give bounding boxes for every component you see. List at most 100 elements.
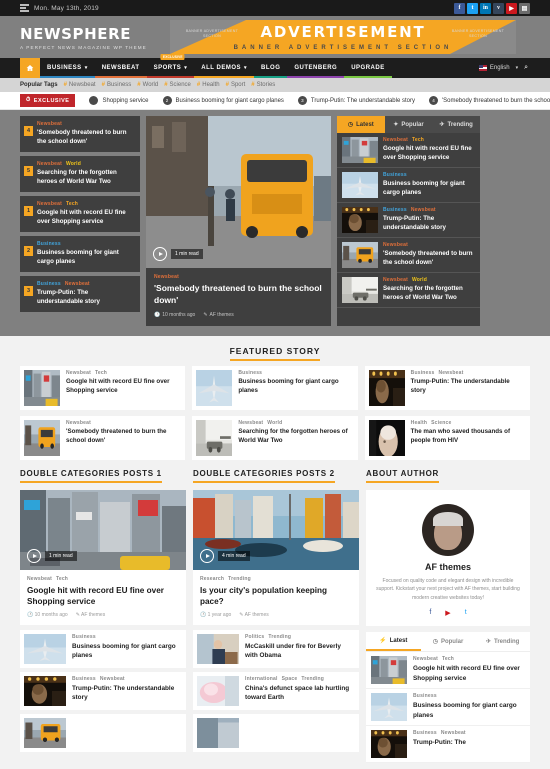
post-list-item[interactable]: Business Business booming for giant carg… <box>20 629 186 668</box>
tab-trending[interactable]: ✈ Trending <box>432 116 480 133</box>
category-label[interactable]: International <box>245 676 278 682</box>
tag-sport[interactable]: # Sport <box>226 82 246 88</box>
category-label[interactable]: Science <box>431 420 451 426</box>
hero-rank-item[interactable]: 5 Newsbeat World Searching for the forgot… <box>20 155 140 192</box>
post-title[interactable]: McCaskill under fire for Beverly with Ob… <box>245 642 355 661</box>
category-label[interactable]: Space <box>282 676 298 682</box>
featured-card[interactable]: Newsbeat Tech Google hit with record EU f… <box>20 365 186 410</box>
hero-list-item[interactable]: Newsbeat World Searching for the forgotte… <box>337 273 480 308</box>
twitter-icon[interactable]: t <box>465 609 467 617</box>
post-list-item[interactable]: Politics Trending McCaskill under fire fo… <box>193 629 359 668</box>
double2-feature-card[interactable]: 4 min read Research Trending Is your city… <box>193 489 359 625</box>
category-label[interactable]: Trending <box>301 676 324 682</box>
category-label[interactable]: Business <box>413 730 437 736</box>
sidebar-post-item[interactable]: Business Business booming for giant carg… <box>366 689 530 727</box>
category-label[interactable]: Newsbeat <box>413 656 438 662</box>
category-label[interactable]: Business <box>413 693 437 699</box>
hero-rank-item[interactable]: 4 Newsbeat 'Somebody threatened to burn … <box>20 116 140 152</box>
featured-card[interactable]: Business Business booming for giant carg… <box>192 365 358 410</box>
category-label[interactable]: Newsbeat <box>411 207 436 213</box>
nav-item-blog[interactable]: BLOG <box>254 58 288 78</box>
sidebar-post-item[interactable]: Business Newsbeat Trump-Putin: The <box>366 726 530 764</box>
post-title[interactable]: Searching for the forgotten heroes of Wo… <box>238 428 353 446</box>
category-label[interactable]: Trending <box>268 634 291 640</box>
tab-latest[interactable]: ◷ Latest <box>337 116 385 133</box>
category-label[interactable]: Newsbeat <box>37 161 62 167</box>
search-icon[interactable]: ⌕ <box>524 64 528 72</box>
category-label[interactable]: Health <box>411 420 427 426</box>
hamburger-icon[interactable] <box>20 4 29 12</box>
ticker-item[interactable]: 3 Trump-Putin: The understandable story <box>297 96 415 105</box>
category-label[interactable]: Business <box>411 370 435 376</box>
youtube-icon[interactable]: ▶ <box>506 2 517 14</box>
post-title[interactable]: Trump-Putin: The understandable story <box>383 215 475 233</box>
post-title[interactable]: Business booming for giant cargo planes <box>413 701 525 720</box>
play-icon[interactable] <box>153 247 167 261</box>
hero-featured-title[interactable]: 'Somebody threatened to burn the school … <box>154 283 323 307</box>
vimeo-icon[interactable]: v <box>493 2 504 14</box>
post-title[interactable]: Business booming for giant cargo planes <box>238 378 353 396</box>
sidebar-tab-popular[interactable]: ◷ Popular <box>421 632 476 651</box>
hero-rank-item[interactable]: 2 Business Business booming for giant ca… <box>20 235 140 272</box>
post-title[interactable]: Trump-Putin: The <box>413 738 466 747</box>
category-label[interactable]: Newsbeat <box>37 201 62 207</box>
featured-card[interactable]: Newsbeat 'Somebody threatened to burn th… <box>20 415 186 460</box>
advertisement-banner[interactable]: BANNER ADVERTISEMENT SECTION BANNER ADVE… <box>170 20 516 54</box>
post-title[interactable]: Searching for the forgotten heroes of Wo… <box>383 285 475 303</box>
category-label[interactable]: Business <box>37 281 61 287</box>
category-label[interactable]: Newsbeat <box>65 281 90 287</box>
hero-list-item[interactable]: Newsbeat 'Somebody threatened to burn th… <box>337 238 480 273</box>
double1-feature-card[interactable]: 1 min read Newsbeat Tech Google hit with … <box>20 489 186 625</box>
post-title[interactable]: Trump-Putin: The understandable story <box>37 289 135 307</box>
sidebar-tab-trending[interactable]: ✈ Trending <box>475 632 530 651</box>
featured-card[interactable]: Business Newsbeat Trump-Putin: The unders… <box>364 365 530 410</box>
ticker-item[interactable]: Shopping service <box>89 96 149 105</box>
category-label[interactable]: Business <box>37 241 61 247</box>
site-logo[interactable]: NEWSPHERE A PERFECT NEWS MAGAZINE WP THE… <box>20 25 170 50</box>
category-label[interactable]: Newsbeat <box>100 676 125 682</box>
category-label[interactable]: Tech <box>95 370 107 376</box>
tag-newsbeat[interactable]: # Newsbeat <box>64 82 96 88</box>
post-title[interactable]: Trump-Putin: The understandable story <box>72 684 182 703</box>
post-title[interactable]: The man who saved thousands of people fr… <box>411 428 526 446</box>
category-label[interactable]: Tech <box>56 576 68 582</box>
category-label[interactable]: Business <box>238 370 262 376</box>
post-title[interactable]: 'Somebody threatened to burn the school … <box>383 250 475 268</box>
category-label[interactable]: Business <box>383 207 407 213</box>
category-label[interactable]: Newsbeat <box>66 420 91 426</box>
category-label[interactable]: Newsbeat <box>37 121 62 127</box>
post-title[interactable]: 'Somebody threatened to burn the school … <box>66 428 181 446</box>
category-label[interactable]: Trending <box>228 576 251 582</box>
double1-feature-title[interactable]: Google hit with record EU fine over Shop… <box>27 585 179 608</box>
post-title[interactable]: 'Somebody threatened to burn the school … <box>37 129 135 147</box>
category-label[interactable]: Business <box>383 172 407 178</box>
nav-item-sports[interactable]: EXCLUSIVE SPORTS ▾ <box>146 54 195 78</box>
category-label[interactable]: Business <box>72 676 96 682</box>
post-title[interactable]: Google hit with record EU fine over Shop… <box>66 378 181 396</box>
nav-item-business[interactable]: BUSINESS ▾ <box>40 58 95 78</box>
post-title[interactable]: Business booming for giant cargo planes <box>37 249 135 267</box>
hero-rank-item[interactable]: 3 Business Newsbeat Trump-Putin: The unde… <box>20 275 140 312</box>
tag-world[interactable]: # World <box>137 82 158 88</box>
hero-featured-post[interactable]: 1 min read Newsbeat 'Somebody threatened… <box>146 116 331 326</box>
play-icon[interactable] <box>27 548 41 563</box>
ticker-item[interactable]: 2 Business booming for giant cargo plane… <box>162 96 284 105</box>
category-label[interactable]: World <box>267 420 282 426</box>
category-label[interactable]: Tech <box>412 137 424 143</box>
ticker-item[interactable]: 4 'Somebody threatened to burn the schoo… <box>428 96 550 105</box>
featured-card[interactable]: Health Science The man who saved thousand… <box>364 415 530 460</box>
post-title[interactable]: China's defunct space lab hurtling towar… <box>245 684 355 703</box>
post-title[interactable]: Google hit with record EU fine over Shop… <box>383 145 475 163</box>
category-label[interactable]: Newsbeat <box>439 370 464 376</box>
home-icon[interactable] <box>20 58 40 78</box>
category-label[interactable]: Newsbeat <box>441 730 466 736</box>
facebook-icon[interactable]: f <box>454 2 465 14</box>
category-label[interactable]: Newsbeat <box>66 370 91 376</box>
play-icon[interactable] <box>200 548 214 563</box>
hero-list-item[interactable]: Newsbeat Tech Google hit with record EU f… <box>337 133 480 168</box>
category-label[interactable]: Newsbeat <box>238 420 263 426</box>
post-title[interactable]: Google hit with record EU fine over Shop… <box>413 664 525 683</box>
youtube-icon[interactable]: ▶ <box>445 609 450 617</box>
rss-icon[interactable]: ▤ <box>519 2 530 14</box>
tab-popular[interactable]: ✦ Popular <box>385 116 433 133</box>
